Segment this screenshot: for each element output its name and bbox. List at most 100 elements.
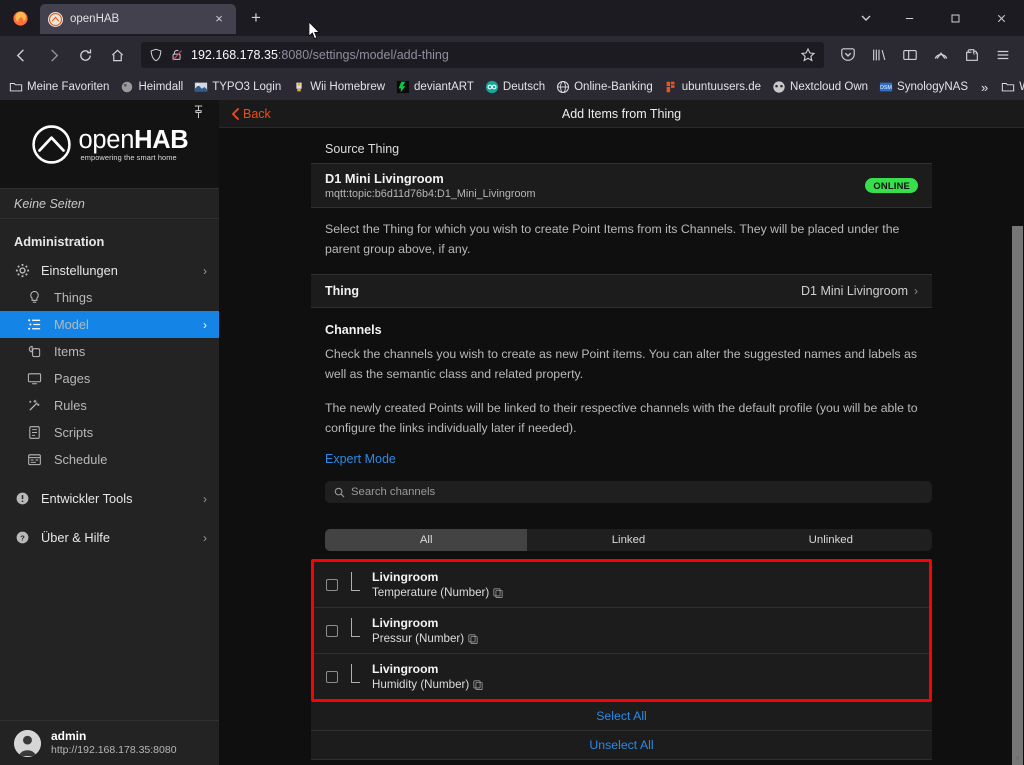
home-button[interactable]	[102, 40, 132, 70]
content-scrollbar[interactable]: ▾	[1010, 128, 1024, 765]
tab-linked[interactable]: Linked	[527, 529, 729, 551]
chevron-right-icon: ›	[203, 263, 207, 278]
sidebar-item-items[interactable]: Items	[0, 338, 219, 365]
sidebar-item-label: Über & Hilfe	[41, 530, 110, 545]
other-bookmarks-folder[interactable]: Weitere Lesezeichen	[996, 78, 1024, 96]
bookmark-label: Online-Banking	[574, 81, 653, 93]
tab-close-icon[interactable]: ×	[210, 10, 228, 28]
sidebar-item-schedule[interactable]: Schedule	[0, 446, 219, 473]
sidebar-item-scripts[interactable]: Scripts	[0, 419, 219, 446]
scrollbar-thumb[interactable]	[1012, 226, 1023, 765]
folder-icon	[1001, 80, 1015, 94]
tree-branch-icon	[349, 663, 361, 688]
sidebar-icon[interactable]	[895, 40, 925, 70]
bookmark-item[interactable]: Meine Favoriten	[4, 78, 114, 96]
pin-icon[interactable]	[192, 105, 205, 125]
no-pages-label: Keine Seiten	[0, 188, 219, 219]
source-thing-uid: mqtt:topic:b6d11d76b4:D1_Mini_Livingroom	[325, 188, 536, 200]
chevron-right-icon: ›	[203, 317, 207, 332]
bookmarks-overflow-button[interactable]: »	[974, 78, 995, 97]
bookmark-item[interactable]: DSM SynologyNAS	[874, 78, 973, 96]
typo3-icon	[194, 80, 208, 94]
maximize-button[interactable]	[932, 0, 978, 36]
folder-icon	[9, 80, 23, 94]
bookmark-item[interactable]: Deutsch	[480, 78, 550, 96]
navigation-toolbar: 192.168.178.35:8080/settings/model/add-t…	[0, 36, 1024, 74]
sidebar-item-ueber-hilfe[interactable]: ? Über & Hilfe ›	[0, 524, 219, 551]
tab-all[interactable]: All	[325, 529, 528, 552]
bookmark-item[interactable]: ubuntuusers.de	[659, 78, 766, 96]
source-thing-row[interactable]: D1 Mini Livingroom mqtt:topic:b6d11d76b4…	[311, 164, 932, 207]
channel-checkbox[interactable]	[326, 578, 338, 591]
back-button[interactable]: Back	[231, 107, 271, 121]
library-icon[interactable]	[864, 40, 894, 70]
avatar-icon	[14, 729, 41, 757]
select-all-button[interactable]: Select All	[311, 702, 932, 732]
sidebar-item-einstellungen[interactable]: Einstellungen ›	[0, 257, 219, 284]
sidebar-item-entwickler-tools[interactable]: Entwickler Tools ›	[0, 485, 219, 512]
page-header: Back Add Items from Thing	[219, 100, 1024, 128]
browser-window: openHAB × + 192.168.178.35:8080/settings…	[0, 0, 1024, 765]
app-menu-icon[interactable]	[988, 40, 1018, 70]
back-button[interactable]	[6, 40, 36, 70]
sidebar-item-model[interactable]: Model ›	[0, 311, 219, 338]
sidebar-item-label: Einstellungen	[41, 263, 118, 278]
pocket-icon[interactable]	[833, 40, 863, 70]
question-circle-icon: ?	[14, 529, 31, 546]
new-tab-button[interactable]: +	[242, 5, 270, 33]
chevron-left-icon	[232, 107, 239, 120]
channel-checkbox[interactable]	[326, 670, 338, 683]
tree-branch-icon	[349, 617, 361, 642]
broken-lock-icon[interactable]	[170, 48, 184, 62]
source-thing-label: Source Thing	[325, 142, 400, 156]
sidebar-item-label: Things	[54, 290, 93, 305]
bookmarks-bar: Meine Favoriten Heimdall TYPO3 Login Wii…	[0, 74, 1024, 100]
bookmark-star-icon[interactable]	[800, 47, 816, 63]
copy-icon[interactable]	[473, 680, 483, 690]
bookmark-item[interactable]: Nextcloud Own	[767, 78, 873, 96]
address-bar[interactable]: 192.168.178.35:8080/settings/model/add-t…	[140, 41, 825, 69]
list-all-tabs-icon[interactable]	[846, 0, 886, 36]
browser-tab[interactable]: openHAB ×	[40, 4, 236, 34]
channel-row[interactable]: Livingroom Temperature (Number)	[314, 562, 929, 609]
expert-mode-link[interactable]: Expert Mode	[325, 452, 396, 466]
deutsch-icon	[485, 80, 499, 94]
openhab-extension-icon[interactable]	[926, 40, 956, 70]
tab-strip: openHAB × +	[0, 0, 1024, 39]
sidebar-item-rules[interactable]: Rules	[0, 392, 219, 419]
copy-icon[interactable]	[468, 634, 478, 644]
search-input[interactable]: Search channels	[325, 481, 932, 504]
bookmark-item[interactable]: Online-Banking	[551, 78, 658, 96]
sidebar-item-things[interactable]: Things	[0, 284, 219, 311]
channel-row[interactable]: Livingroom Pressur (Number)	[314, 608, 929, 655]
chevron-right-icon: ›	[203, 491, 207, 506]
close-window-button[interactable]	[978, 0, 1024, 36]
channel-checkbox[interactable]	[326, 624, 338, 637]
bookmark-label: Heimdall	[138, 81, 184, 93]
svg-text:?: ?	[20, 534, 25, 543]
bookmark-item[interactable]: deviantART	[391, 78, 479, 96]
copy-icon[interactable]	[493, 588, 503, 598]
source-thing-card[interactable]: D1 Mini Livingroom mqtt:topic:b6d11d76b4…	[311, 163, 932, 208]
sidebar-item-pages[interactable]: Pages	[0, 365, 219, 392]
sidebar-item-label: Pages	[54, 371, 91, 386]
thing-picker-card[interactable]: Thing D1 Mini Livingroom ›	[311, 273, 932, 308]
bookmark-item[interactable]: Wii Homebrew	[287, 78, 390, 96]
minimize-button[interactable]	[886, 0, 932, 36]
scrollbar-down-arrow[interactable]: ▾	[1012, 754, 1023, 763]
extensions-puzzle-icon[interactable]	[957, 40, 987, 70]
unselect-all-button[interactable]: Unselect All	[311, 731, 932, 761]
forward-button[interactable]	[38, 40, 68, 70]
channel-row[interactable]: Livingroom Humidity (Number)	[314, 654, 929, 699]
bookmark-item[interactable]: Heimdall	[115, 78, 188, 96]
tab-unlinked[interactable]: Unlinked	[730, 529, 932, 551]
bookmark-item[interactable]: TYPO3 Login	[189, 78, 286, 96]
reload-button[interactable]	[70, 40, 100, 70]
thing-picker-row[interactable]: Thing D1 Mini Livingroom ›	[311, 275, 932, 307]
channel-group: Livingroom	[372, 662, 439, 677]
bookmark-label: SynologyNAS	[897, 81, 968, 93]
sidebar-user-panel[interactable]: admin http://192.168.178.35:8080	[0, 720, 219, 765]
url-text: 192.168.178.35:8080/settings/model/add-t…	[191, 48, 793, 62]
